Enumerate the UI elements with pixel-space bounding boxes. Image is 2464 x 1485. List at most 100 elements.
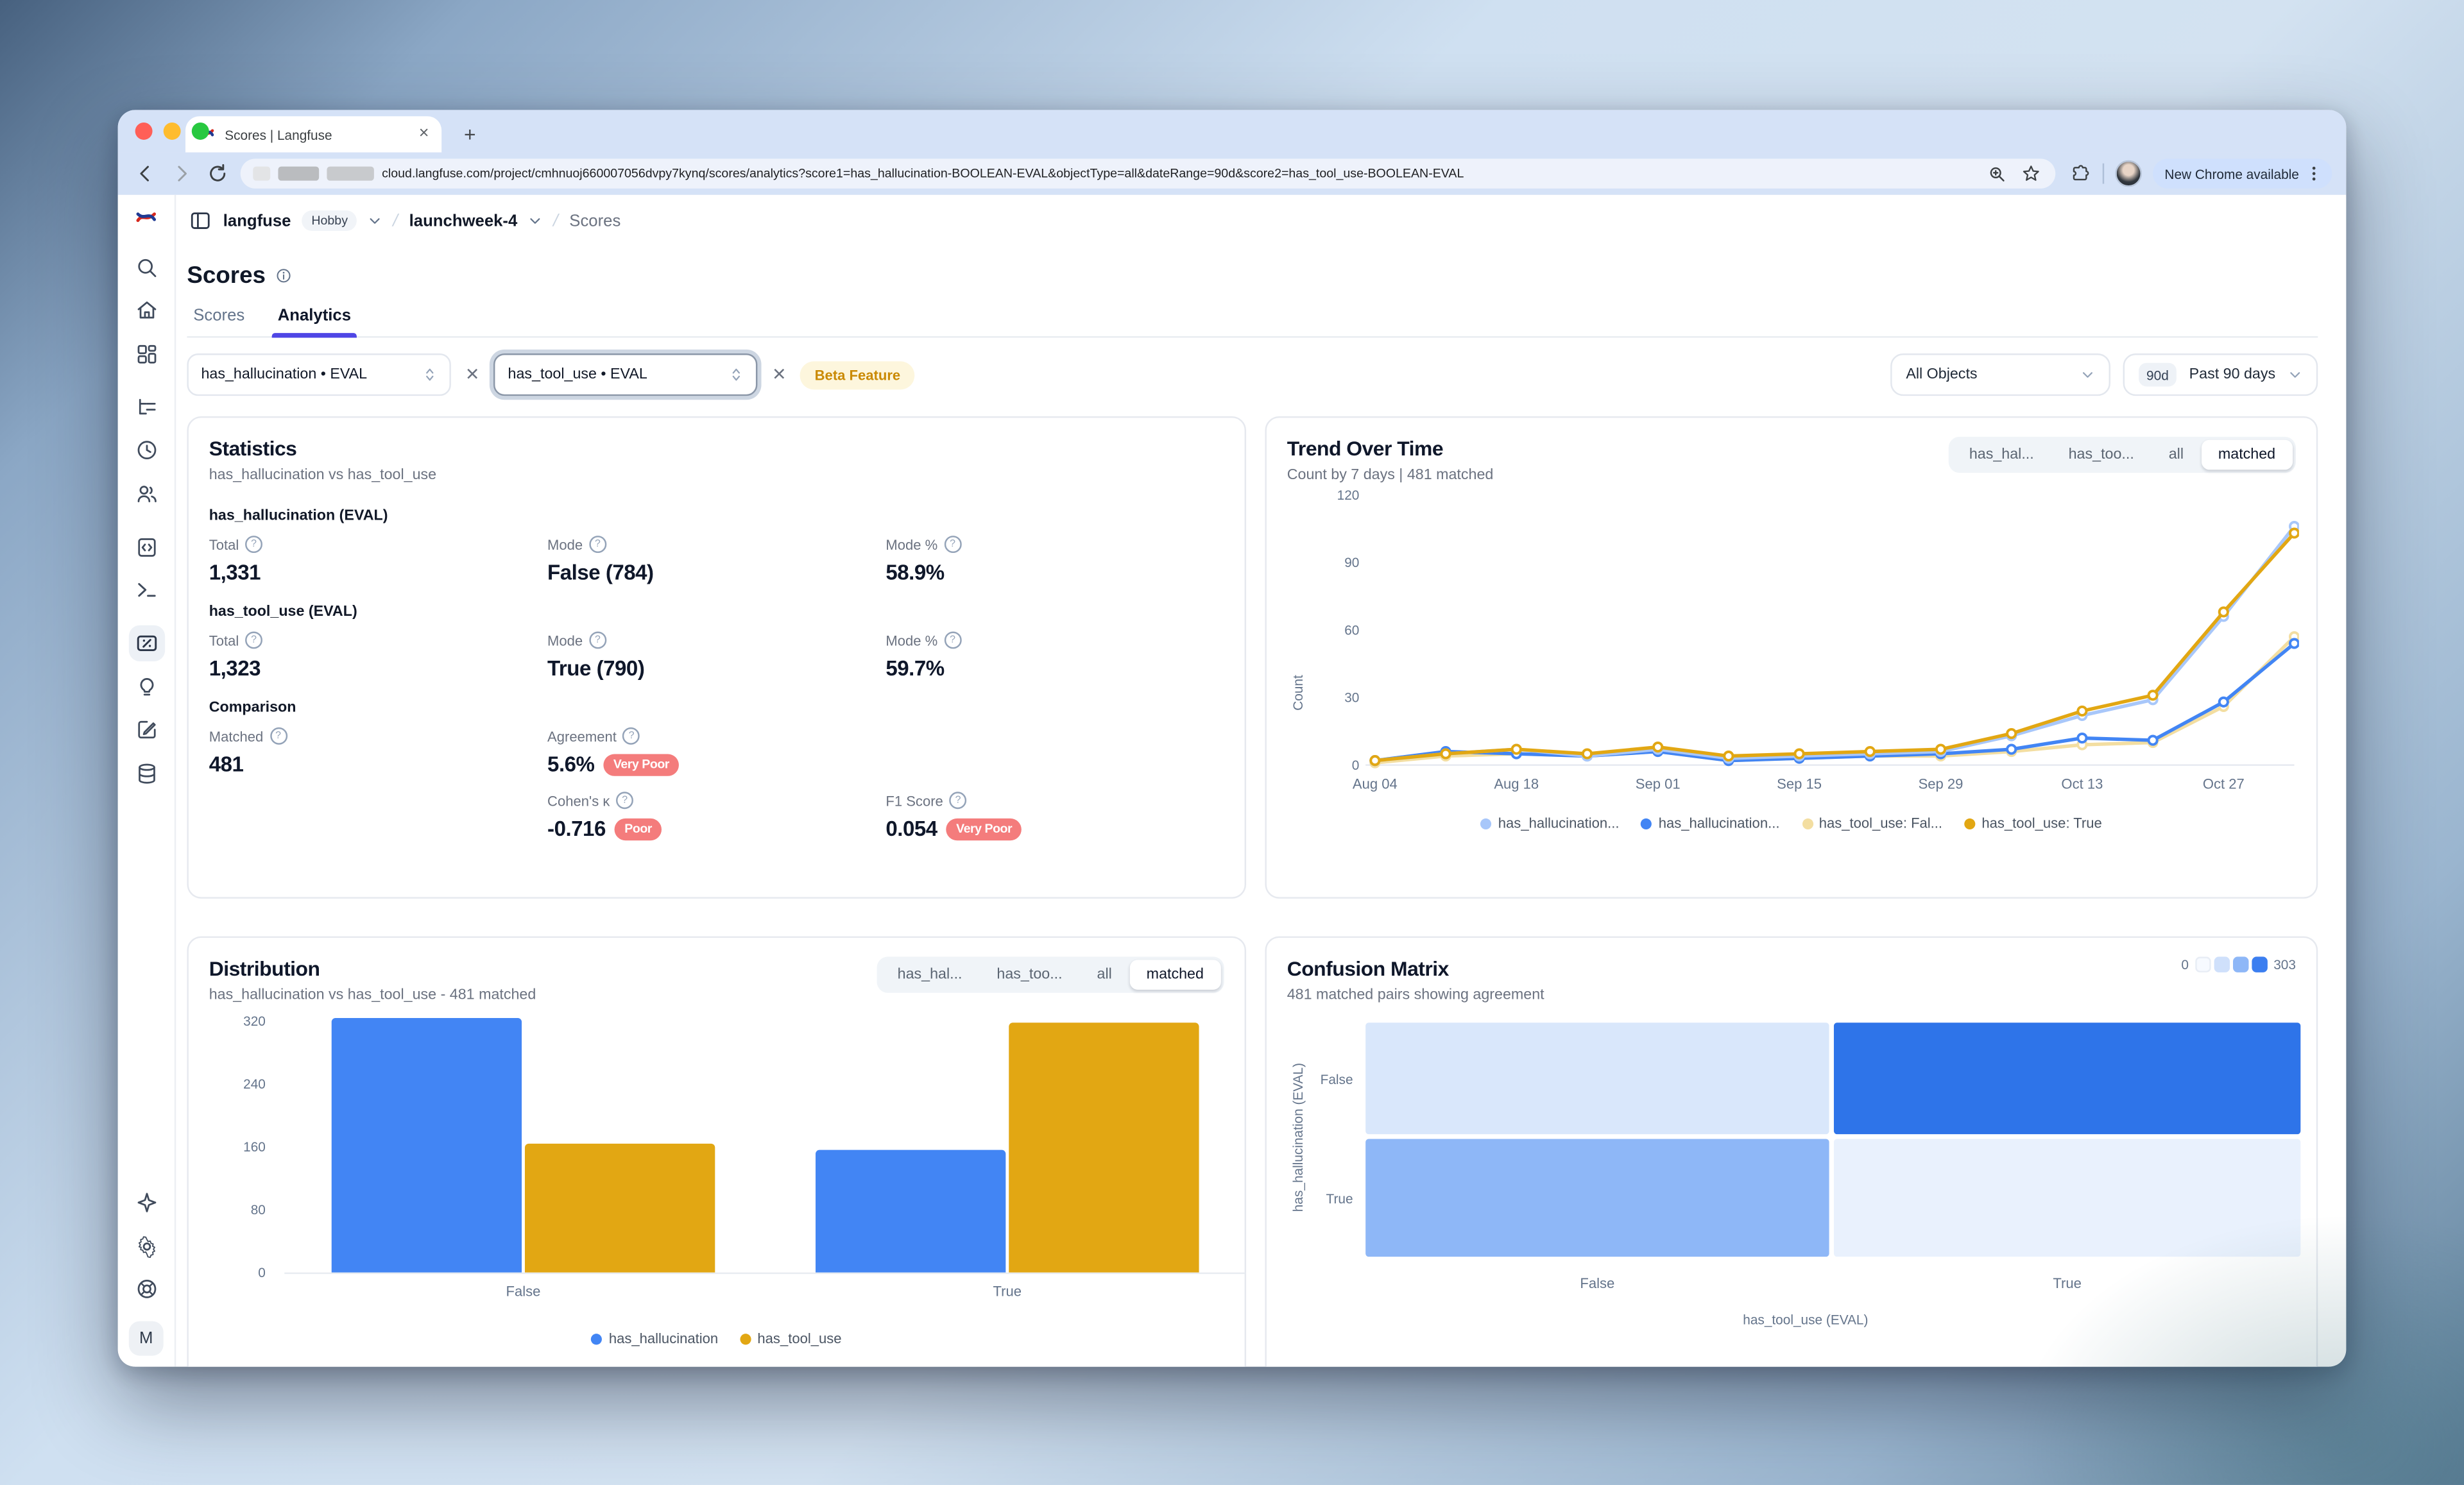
sidebar-item-settings[interactable]	[128, 1228, 164, 1264]
distribution-view-tabs: has_hal...has_too...allmatched	[877, 956, 1224, 992]
help-icon[interactable]: ?	[616, 792, 633, 809]
url-text[interactable]: cloud.langfuse.com/project/cmhnuoj660007…	[382, 167, 1978, 181]
sidebar-toggle-icon[interactable]	[187, 208, 212, 233]
remove-score2-button[interactable]: ✕	[769, 364, 789, 385]
sidebar-item-users[interactable]	[128, 475, 164, 511]
distribution-card: Distribution has_hallucination vs has_to…	[187, 937, 1246, 1367]
zoom-window-button[interactable]	[192, 123, 209, 140]
sidebar-item-annotation[interactable]	[128, 711, 164, 747]
sidebar-item-datasets[interactable]	[128, 755, 164, 791]
tab-analytics[interactable]: Analytics	[275, 307, 354, 337]
sidebar-item-whats-new[interactable]	[128, 1185, 164, 1221]
score2-selector[interactable]: has_tool_use • EVAL	[494, 353, 758, 396]
confusion-title: Confusion Matrix	[1287, 956, 1544, 980]
svg-text:0: 0	[1352, 758, 1360, 773]
new-tab-button[interactable]: +	[454, 118, 486, 149]
help-icon[interactable]: ?	[950, 792, 967, 809]
sidebar-item-playground[interactable]	[128, 572, 164, 607]
project-name[interactable]: launchweek-4	[409, 211, 518, 230]
site-info-chip[interactable]	[253, 167, 270, 181]
y-axis-tick: 80	[221, 1201, 266, 1217]
view-tab-matched[interactable]: matched	[1129, 960, 1221, 990]
scale-swatch	[2233, 956, 2248, 972]
minimize-window-button[interactable]	[164, 123, 181, 140]
browser-tab[interactable]: Scores | Langfuse ×	[185, 116, 441, 152]
confusion-cell-False-False[interactable]	[1365, 1023, 1829, 1134]
svg-text:Sep 15: Sep 15	[1777, 776, 1822, 792]
org-switcher-chevron-icon[interactable]	[368, 207, 382, 235]
legend-dot	[740, 1333, 751, 1344]
view-tab-hashal[interactable]: has_hal...	[880, 960, 980, 990]
sidebar-item-dashboards[interactable]	[128, 335, 164, 371]
confusion-cell-False-True[interactable]	[1834, 1023, 2300, 1134]
page-content: Scores ScoresAnalytics has_hallucination…	[176, 262, 2346, 1367]
sidebar-item-evaluation[interactable]	[128, 668, 164, 704]
user-avatar[interactable]: M	[129, 1321, 164, 1356]
database-icon	[134, 761, 158, 785]
help-icon[interactable]: ?	[589, 536, 606, 553]
object-filter-select[interactable]: All Objects	[1890, 353, 2110, 396]
tab-scores[interactable]: Scores	[190, 307, 248, 337]
window-controls	[135, 123, 209, 140]
view-tab-all[interactable]: all	[1080, 960, 1129, 990]
sidebar-item-sessions[interactable]	[128, 432, 164, 468]
score1-selector[interactable]: has_hallucination • EVAL	[187, 353, 450, 396]
sidebar-item-search[interactable]	[128, 249, 164, 285]
extensions-icon[interactable]	[2067, 161, 2092, 186]
legend-item: has_hallucination...	[1641, 815, 1780, 831]
info-icon[interactable]	[275, 267, 293, 284]
stat-mode: Mode?False (784)	[547, 536, 886, 584]
langfuse-logo[interactable]	[135, 206, 157, 228]
help-icon[interactable]: ?	[589, 631, 606, 649]
help-icon[interactable]: ?	[245, 631, 262, 649]
date-range-select[interactable]: 90d Past 90 days	[2123, 353, 2318, 396]
help-icon[interactable]: ?	[944, 536, 961, 553]
object-filter-label: All Objects	[1906, 366, 1977, 384]
legend-item: has_hallucination...	[1481, 815, 1620, 831]
confusion-card: Confusion Matrix 481 matched pairs showi…	[1265, 937, 2318, 1367]
view-tab-hashal[interactable]: has_hal...	[1952, 440, 2051, 470]
stat-f1: F1 Score?0.054Very Poor	[886, 792, 1224, 840]
confusion-cell-True-True[interactable]	[1834, 1139, 2300, 1257]
sidebar-item-tracing[interactable]	[128, 389, 164, 425]
close-window-button[interactable]	[135, 123, 153, 140]
view-tab-all[interactable]: all	[2152, 440, 2201, 470]
main-area: langfuse Hobby / launchweek-4 / Scores S…	[176, 195, 2346, 1367]
view-tab-hastoo[interactable]: has_too...	[979, 960, 1079, 990]
browser-tabstrip: Scores | Langfuse × +	[118, 110, 2347, 152]
remove-score1-button[interactable]: ✕	[462, 364, 483, 385]
svg-text:Sep 29: Sep 29	[1919, 776, 1964, 792]
confusion-cell-True-False[interactable]	[1365, 1139, 1829, 1257]
bookmark-star-icon[interactable]	[2019, 161, 2044, 186]
svg-text:Oct 13: Oct 13	[2061, 776, 2103, 792]
sidebar-item-prompts[interactable]	[128, 529, 164, 564]
tab-close-icon[interactable]: ×	[419, 126, 429, 143]
help-icon[interactable]: ?	[944, 631, 961, 649]
project-switcher-chevron-icon[interactable]	[528, 207, 542, 235]
sidebar: M	[118, 195, 176, 1367]
view-tab-hastoo[interactable]: has_too...	[2051, 440, 2152, 470]
reload-icon[interactable]	[204, 161, 229, 186]
view-tab-matched[interactable]: matched	[2201, 440, 2293, 470]
stat-mode-pct: Mode %?58.9%	[886, 536, 1224, 584]
scale-swatch	[2252, 956, 2267, 972]
zoom-page-icon[interactable]	[1985, 161, 2010, 186]
tab-title: Scores | Langfuse	[225, 126, 409, 142]
trend-card: Trend Over Time Count by 7 days | 481 ma…	[1265, 416, 2318, 899]
sidebar-item-home[interactable]	[128, 293, 164, 328]
help-icon[interactable]: ?	[245, 536, 262, 553]
sidebar-item-scores[interactable]	[128, 625, 164, 661]
stat-total: Total?1,323	[209, 631, 547, 680]
help-icon[interactable]: ?	[270, 727, 287, 745]
url-bar[interactable]: cloud.langfuse.com/project/cmhnuoj660007…	[241, 158, 2057, 189]
forward-icon[interactable]	[168, 161, 193, 186]
chrome-update-label: New Chrome available	[2164, 165, 2298, 181]
org-name[interactable]: langfuse	[223, 211, 291, 230]
redacted-chip	[327, 167, 373, 181]
chrome-update-badge[interactable]: New Chrome available	[2153, 158, 2332, 189]
back-icon[interactable]	[132, 161, 157, 186]
help-icon[interactable]: ?	[623, 727, 640, 745]
sidebar-bottom: M	[128, 1178, 164, 1367]
sidebar-item-support[interactable]	[128, 1271, 164, 1307]
profile-avatar[interactable]	[2116, 160, 2143, 187]
